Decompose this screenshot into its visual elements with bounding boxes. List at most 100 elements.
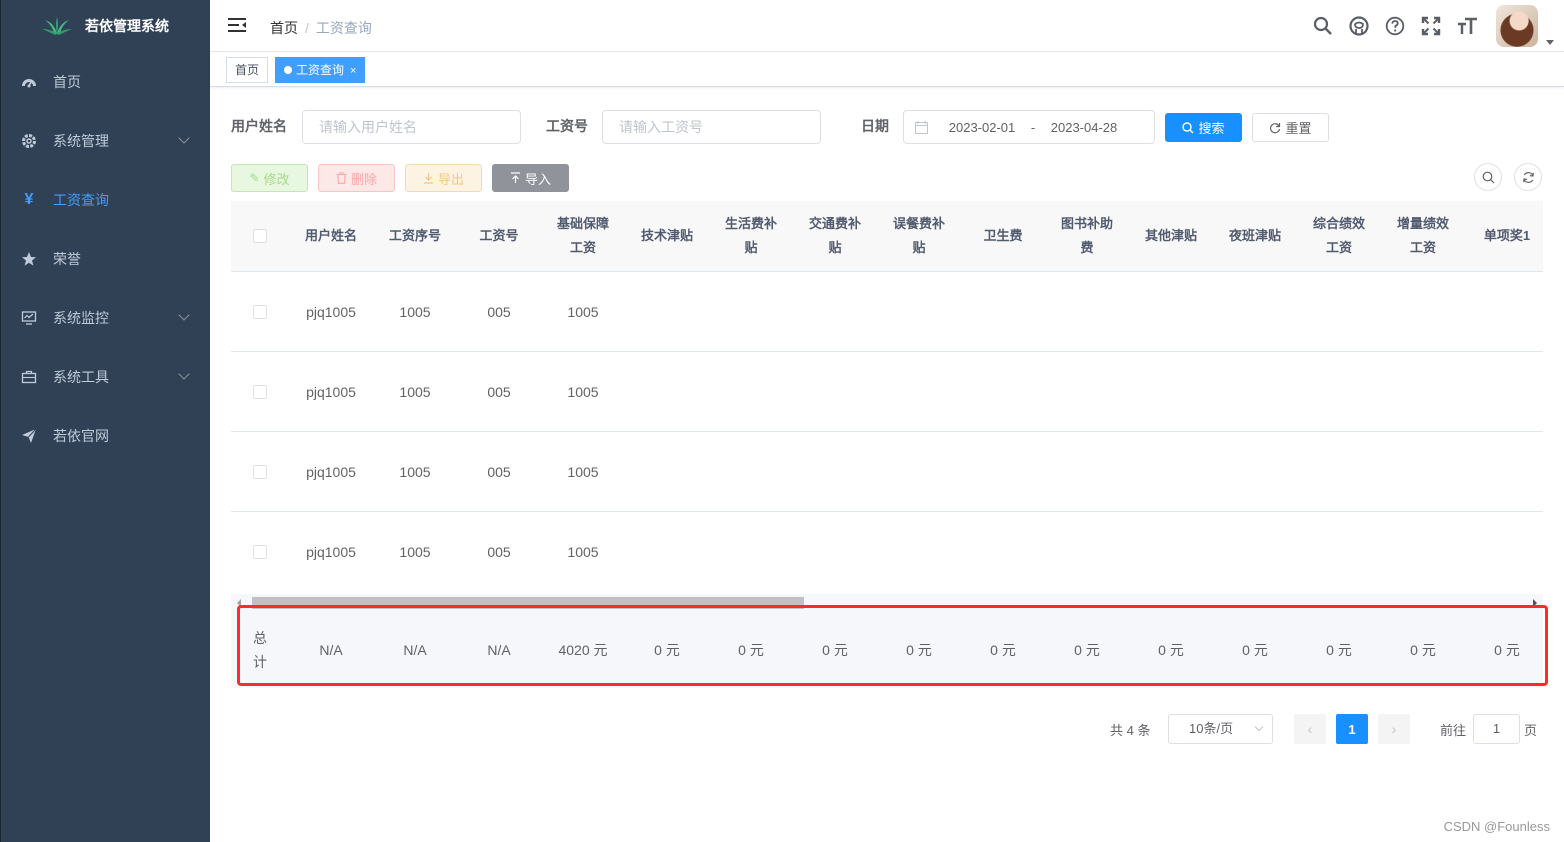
chevron-down-icon <box>1254 722 1264 732</box>
sidebar-item-website[interactable]: 若依官网 <box>1 406 210 465</box>
dot-icon <box>284 66 292 74</box>
app-title: 若依管理系统 <box>85 18 169 34</box>
table-cell: 1005 <box>567 384 599 400</box>
sidebar-item-home[interactable]: 首页 <box>1 52 210 111</box>
column-header[interactable]: 单项奖1 <box>1465 201 1543 271</box>
row-checkbox[interactable] <box>253 465 267 479</box>
column-header[interactable]: 误餐费补贴 <box>887 201 951 271</box>
download-icon <box>423 172 434 184</box>
tag-home[interactable]: 首页 <box>226 57 269 83</box>
export-button[interactable]: 导出 <box>405 164 482 192</box>
search-button[interactable]: 搜索 <box>1165 113 1242 142</box>
column-header[interactable]: 交通费补贴 <box>803 201 867 271</box>
dashboard-icon <box>21 74 37 90</box>
column-header[interactable]: 图书补助费 <box>1055 201 1119 271</box>
table-header: 用户姓名 工资序号 工资号 基础保障工资 技术津贴 生活费补贴 交通费补贴 误餐… <box>231 201 1543 272</box>
refresh-table-button[interactable] <box>1514 163 1542 191</box>
search-icon[interactable] <box>1312 15 1334 37</box>
column-header[interactable]: 其他津贴 <box>1129 201 1213 271</box>
date-end[interactable]: 2023-04-28 <box>1042 120 1126 135</box>
table-row[interactable]: pjq1005 1005 005 1005 <box>231 512 1543 592</box>
select-all-cell <box>231 201 289 271</box>
column-header[interactable]: 卫生费 <box>961 201 1045 271</box>
date-separator: - <box>1030 119 1036 135</box>
page-size-select[interactable]: 10条/页 <box>1168 714 1273 744</box>
tag-salary[interactable]: 工资查询 × <box>275 57 366 83</box>
row-checkbox[interactable] <box>253 385 267 399</box>
table-row[interactable]: pjq1005 1005 005 1005 <box>231 352 1543 432</box>
goto-page-input[interactable]: 1 <box>1473 714 1520 744</box>
sidebar-item-label: 系统工具 <box>53 368 109 385</box>
row-checkbox[interactable] <box>253 545 267 559</box>
select-all-checkbox[interactable] <box>253 229 267 243</box>
breadcrumb-home[interactable]: 首页 <box>270 20 298 36</box>
yen-icon: ¥ <box>24 190 34 208</box>
table-cell: 005 <box>487 304 511 320</box>
table-cell: 1005 <box>399 304 431 320</box>
upload-icon <box>510 172 521 184</box>
github-icon[interactable] <box>1348 15 1370 37</box>
table-cell: pjq1005 <box>306 304 356 320</box>
row-checkbox-cell <box>231 352 289 432</box>
import-button-label: 导入 <box>524 171 551 187</box>
caret-down-icon <box>1546 40 1554 45</box>
table-cell: pjq1005 <box>306 384 356 400</box>
column-header[interactable]: 技术津贴 <box>625 201 709 271</box>
font-size-icon[interactable] <box>1456 15 1478 37</box>
logo[interactable]: 若依管理系统 <box>1 0 210 52</box>
toolbox-icon <box>21 369 37 385</box>
prev-page-button[interactable]: ‹ <box>1294 714 1326 744</box>
page-number-current[interactable]: 1 <box>1336 714 1368 744</box>
table-row[interactable]: pjq1005 1005 005 1005 <box>231 432 1543 512</box>
sidebar: 若依管理系统 首页 系统管理 ¥ 工资查询 荣誉 系统监控 系统工具 若依官网 <box>0 0 210 842</box>
column-header[interactable]: 用户姓名 <box>289 201 373 271</box>
table-cell: pjq1005 <box>306 544 356 560</box>
hamburger-icon[interactable] <box>228 17 246 33</box>
sidebar-item-salary[interactable]: ¥ 工资查询 <box>1 170 210 229</box>
sidebar-item-system[interactable]: 系统管理 <box>1 111 210 170</box>
table-cell: 1005 <box>567 544 599 560</box>
column-header[interactable]: 基础保障工资 <box>551 201 615 271</box>
close-icon[interactable]: × <box>350 65 356 77</box>
date-range-picker[interactable]: 2023-02-01 - 2023-04-28 <box>903 110 1155 144</box>
chevron-right-icon: › <box>1391 721 1397 737</box>
row-checkbox[interactable] <box>253 305 267 319</box>
table-cell: pjq1005 <box>306 464 356 480</box>
username-input[interactable]: 请输入用户姓名 <box>302 110 521 144</box>
user-avatar[interactable] <box>1496 5 1554 47</box>
table-cell: 1005 <box>399 384 431 400</box>
tags-view: 首页 工资查询 × <box>210 53 1564 87</box>
sidebar-item-label: 荣誉 <box>53 250 81 267</box>
right-menu <box>1312 0 1564 52</box>
column-header[interactable]: 夜班津贴 <box>1213 201 1297 271</box>
table-row[interactable]: pjq1005 1005 005 1005 <box>231 272 1543 352</box>
help-icon[interactable] <box>1384 15 1406 37</box>
delete-button[interactable]: 删除 <box>318 164 395 192</box>
sidebar-item-tools[interactable]: 系统工具 <box>1 347 210 406</box>
column-header[interactable]: 工资号 <box>457 201 541 271</box>
fullscreen-icon[interactable] <box>1420 15 1442 37</box>
sidebar-item-honor[interactable]: 荣誉 <box>1 229 210 288</box>
column-header[interactable]: 生活费补贴 <box>719 201 783 271</box>
edit-icon: ✎ <box>249 171 260 185</box>
breadcrumb-separator: / <box>305 20 309 36</box>
edit-button[interactable]: ✎ 修改 <box>231 164 308 192</box>
pagination-total: 共 4 条 <box>1110 723 1151 738</box>
table-cell: 1005 <box>399 464 431 480</box>
toggle-search-button[interactable] <box>1474 163 1502 191</box>
column-header[interactable]: 增量绩效工资 <box>1391 201 1455 271</box>
goto-unit: 页 <box>1524 723 1538 738</box>
refresh-icon <box>1522 171 1535 184</box>
date-start[interactable]: 2023-02-01 <box>940 120 1024 135</box>
delete-button-label: 删除 <box>350 171 377 187</box>
salary-no-input[interactable]: 请输入工资号 <box>602 110 821 144</box>
chevron-down-icon <box>178 132 190 144</box>
import-button[interactable]: 导入 <box>492 164 569 192</box>
table-cell: 005 <box>487 384 511 400</box>
sidebar-item-monitor[interactable]: 系统监控 <box>1 288 210 347</box>
column-header[interactable]: 综合绩效工资 <box>1307 201 1371 271</box>
reset-button[interactable]: 重置 <box>1252 113 1329 142</box>
column-header[interactable]: 工资序号 <box>373 201 457 271</box>
next-page-button[interactable]: › <box>1378 714 1410 744</box>
table-cell: 1005 <box>399 544 431 560</box>
